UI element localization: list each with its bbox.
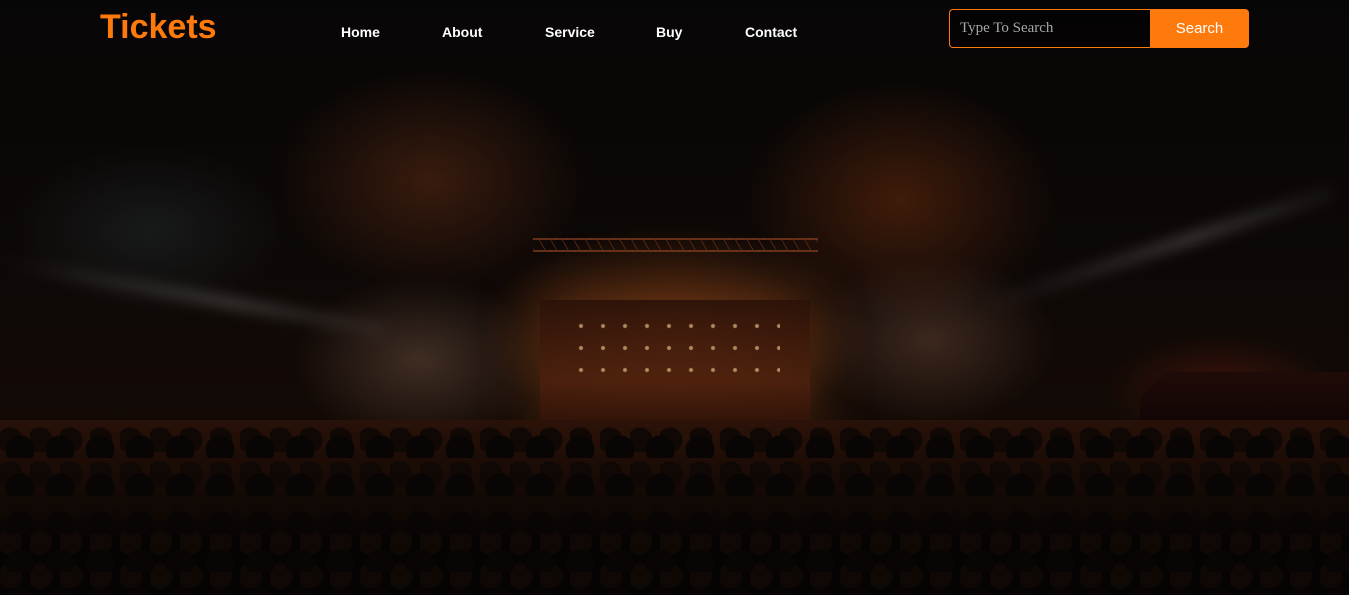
site-header: Tickets Home About Service Buy Contact S… — [0, 0, 1349, 60]
search-input[interactable] — [949, 9, 1150, 48]
hero-background-image — [0, 0, 1349, 595]
nav-buy[interactable]: Buy — [656, 24, 682, 40]
nav-contact[interactable]: Contact — [745, 24, 797, 40]
search-form: Search — [949, 9, 1249, 48]
hero-overlay — [0, 0, 1349, 595]
site-logo[interactable]: Tickets — [100, 8, 217, 46]
nav-about[interactable]: About — [442, 24, 482, 40]
search-button[interactable]: Search — [1150, 9, 1249, 48]
nav-home[interactable]: Home — [341, 24, 380, 40]
nav-service[interactable]: Service — [545, 24, 595, 40]
